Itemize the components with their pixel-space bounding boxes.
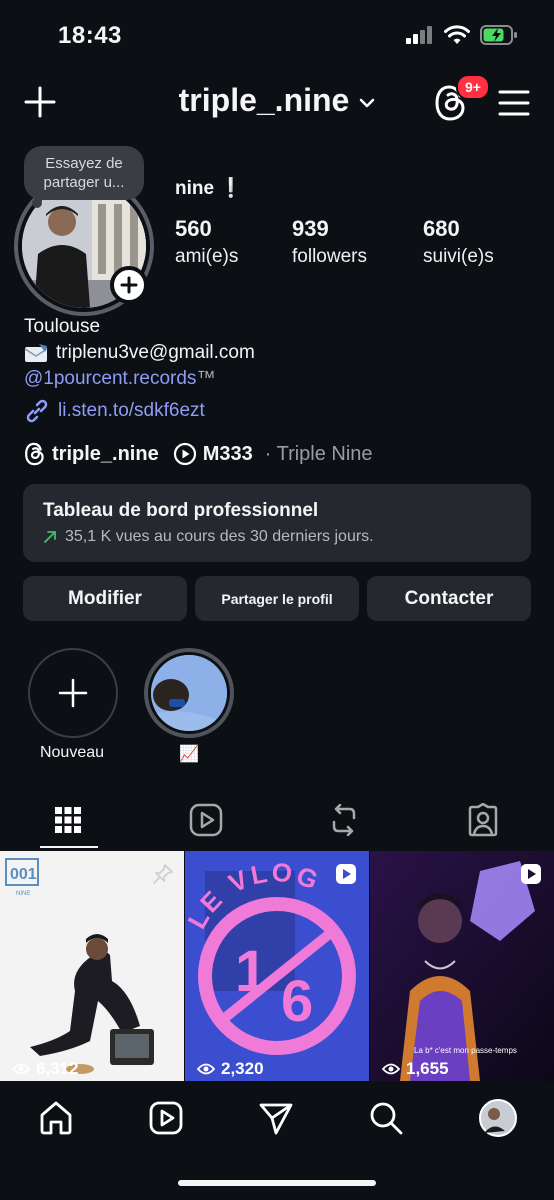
profile-avatar-icon <box>479 1099 517 1137</box>
new-highlight-button[interactable] <box>28 648 118 738</box>
battery-icon <box>480 25 517 45</box>
post-thumbnail[interactable]: 1 6 LE VLOG 2,320 <box>185 851 369 1081</box>
music-title: M333 <box>202 442 253 465</box>
note-bubble[interactable]: Essayez de partager u... <box>24 146 144 200</box>
plus-icon <box>120 276 138 294</box>
nav-reels[interactable] <box>146 1098 186 1138</box>
repost-icon <box>332 804 356 836</box>
view-count: 1,655 <box>406 1059 449 1078</box>
nav-profile[interactable] <box>478 1098 518 1138</box>
stat-label: followers <box>292 246 367 267</box>
grid-icon <box>55 807 81 833</box>
post-logo-text: NINE <box>16 891 30 897</box>
threads-icon <box>25 442 44 466</box>
post-caption: La b* c'est mon passe-temps <box>414 1046 517 1055</box>
svg-text:001: 001 <box>10 866 37 883</box>
play-circle-icon <box>173 442 196 466</box>
wifi-icon <box>444 25 470 44</box>
stat-value: 939 <box>292 216 329 241</box>
bio-link[interactable]: li.sten.to/sdkf6ezt <box>24 398 205 424</box>
stat-value: 680 <box>423 216 460 241</box>
search-icon <box>370 1102 403 1135</box>
link-icon <box>26 399 48 423</box>
threads-handle: triple_.nine <box>52 442 159 465</box>
contact-button[interactable]: Contacter <box>367 576 531 621</box>
trademark-symbol: ™ <box>196 368 216 389</box>
stat-friends[interactable]: 560 ami(e)s <box>175 216 238 268</box>
svg-text:6: 6 <box>281 969 313 1034</box>
stat-following[interactable]: 680 suivi(e)s <box>423 216 494 268</box>
post-views: 2,320 <box>197 1059 264 1079</box>
eye-icon <box>382 1063 400 1075</box>
eye-icon <box>12 1063 30 1075</box>
svg-text:1: 1 <box>235 939 267 1004</box>
plus-icon <box>58 678 88 708</box>
dashboard-title: Tableau de bord professionnel <box>43 500 319 521</box>
highlight-label: Nouveau <box>39 744 105 761</box>
view-count: 2,320 <box>221 1059 264 1078</box>
nav-messages[interactable] <box>256 1098 296 1138</box>
bio-mention[interactable]: @1pourcent.records <box>24 368 196 389</box>
profile-chips: triple_.nine M333 · Triple Nine <box>24 442 373 466</box>
notification-badge: 9+ <box>456 74 490 100</box>
post-views: 6,312 <box>12 1059 79 1079</box>
music-artist: · Triple Nine <box>264 442 373 465</box>
home-indicator <box>178 1180 376 1186</box>
post-views: 1,655 <box>382 1059 449 1079</box>
status-icons <box>406 25 518 45</box>
status-time: 18:43 <box>58 22 122 49</box>
highlight-label: 📈 <box>179 746 199 763</box>
professional-dashboard[interactable]: Tableau de bord professionnel 35,1 K vue… <box>23 484 531 562</box>
trend-up-icon <box>44 531 56 543</box>
pin-icon <box>153 864 173 884</box>
post-thumbnail[interactable]: 001 NINE 6,312 <box>0 851 184 1081</box>
active-tab-indicator <box>40 846 98 848</box>
envelope-icon <box>24 344 48 362</box>
reels-icon <box>189 803 223 837</box>
add-story-button[interactable] <box>110 266 148 304</box>
post-image: La b* c'est mon passe-temps <box>370 851 554 1081</box>
music-chip[interactable]: M333 · Triple Nine <box>173 442 373 466</box>
highlight-item[interactable] <box>151 655 227 731</box>
bio-location: Toulouse <box>24 316 101 337</box>
header-username: triple_.nine <box>178 82 350 118</box>
post-thumbnail[interactable]: La b* c'est mon passe-temps 1,655 <box>370 851 554 1081</box>
dashboard-subtitle: 35,1 K vues au cours des 30 derniers jou… <box>65 528 374 545</box>
view-count: 6,312 <box>36 1059 79 1078</box>
stat-label: ami(e)s <box>175 246 239 267</box>
nav-home[interactable] <box>36 1098 76 1138</box>
nav-search[interactable] <box>366 1098 406 1138</box>
note-bubble-tail <box>32 198 42 208</box>
tagged-person-icon <box>468 803 498 837</box>
bio-link-text: li.sten.to/sdkf6ezt <box>58 400 205 421</box>
highlight-photo <box>151 655 227 731</box>
tab-reposts[interactable] <box>324 800 364 840</box>
post-image: 1 6 LE VLOG <box>185 851 369 1081</box>
reel-icon <box>521 864 541 884</box>
threads-chip[interactable]: triple_.nine <box>24 442 159 466</box>
signal-icon <box>406 26 432 44</box>
stat-followers[interactable]: 939 followers <box>292 216 367 268</box>
tab-tagged[interactable] <box>463 800 503 840</box>
post-image: 001 NINE <box>0 851 184 1081</box>
menu-button[interactable] <box>498 88 530 118</box>
stat-value: 560 <box>175 216 212 241</box>
share-profile-button[interactable]: Partager le profil <box>195 576 359 621</box>
reels-icon <box>149 1101 183 1135</box>
chevron-down-icon <box>360 98 375 107</box>
dashboard-subtitle-row: 35,1 K vues au cours des 30 derniers jou… <box>43 528 511 546</box>
hamburger-menu-icon <box>498 90 530 116</box>
bio-mention-line[interactable]: @1pourcent.records™ <box>24 368 215 390</box>
tab-reels[interactable] <box>186 800 226 840</box>
tab-posts[interactable] <box>48 800 88 840</box>
stat-label: suivi(e)s <box>423 246 494 267</box>
paper-plane-icon <box>259 1103 293 1135</box>
display-name: nine ❕ <box>175 178 243 199</box>
bio-email-line: triplenu3ve@gmail.com <box>24 342 255 364</box>
home-icon <box>40 1101 72 1135</box>
eye-icon <box>197 1063 215 1075</box>
bio-email: triplenu3ve@gmail.com <box>56 342 255 363</box>
reel-icon <box>336 864 356 884</box>
edit-profile-button[interactable]: Modifier <box>23 576 187 621</box>
